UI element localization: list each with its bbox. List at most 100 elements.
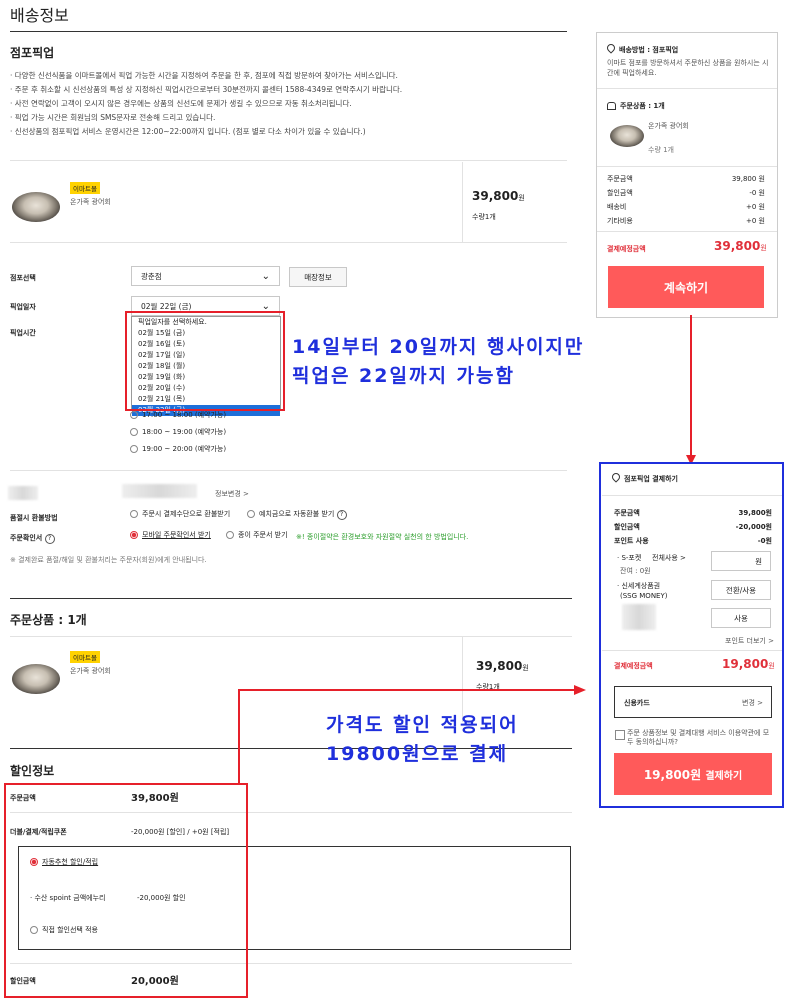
- delivery-method-desc: 이마트 점포를 방문하셔서 주문하신 상품을 원하시는 시간에 픽업하세요.: [607, 59, 769, 78]
- divider: [602, 650, 782, 651]
- sidebar-total-value: 39,800: [714, 239, 761, 253]
- radio-icon[interactable]: [247, 510, 255, 518]
- store-select[interactable]: 광춘점 ⌄: [131, 266, 280, 286]
- payment-total-label: 결제예정금액: [614, 662, 653, 670]
- info-change-link[interactable]: 정보변경 >: [215, 489, 249, 499]
- pay-label: 결제하기: [705, 770, 743, 782]
- blurred-customer-name: [8, 486, 38, 500]
- time-option[interactable]: 17:00 ~ 18:00 (예약가능): [130, 410, 226, 420]
- annotation-discount-box: [4, 783, 248, 998]
- discount-title: 할인정보: [10, 764, 55, 778]
- payment-row: 포인트 사용 -0원: [614, 536, 772, 546]
- ssg-sub-label: (SSG MONEY): [620, 592, 668, 600]
- pickup-notices: · 다양한 신선식품을 이마트몰에서 픽업 가능한 시간을 지정하여 주문을 한…: [10, 71, 570, 141]
- time-option-label: 17:00 ~ 18:00 (예약가능): [142, 411, 227, 419]
- pay-button[interactable]: 19,800원 결제하기: [614, 753, 772, 795]
- summary-row-label: 할인금액: [607, 189, 633, 197]
- time-option-label: 19:00 ~ 20:00 (예약가능): [142, 445, 227, 453]
- agree-text: 주문 상품정보 및 결제대행 서비스 이용약관에 모두 동의하십니까?: [627, 729, 770, 747]
- radio-selected-icon[interactable]: [130, 531, 138, 539]
- radio-icon[interactable]: [130, 510, 138, 518]
- payment-row-value: -0원: [757, 537, 772, 545]
- time-label: 픽업시간: [10, 329, 36, 337]
- spoint-amount-input[interactable]: 원: [711, 551, 771, 571]
- time-option[interactable]: 19:00 ~ 20:00 (예약가능): [130, 444, 226, 454]
- summary-row-value: +0 원: [746, 217, 765, 225]
- date-select-value: 02월 22일 (금): [141, 301, 192, 311]
- store-info-button[interactable]: 매장정보: [289, 267, 347, 287]
- product-thumbnail: [12, 192, 60, 222]
- annotation-note-2-line2: 19800원으로 결제: [326, 742, 509, 765]
- summary-row-label: 배송비: [607, 203, 627, 211]
- product-thumbnail: [12, 664, 60, 694]
- summary-row-label: 기타비용: [607, 217, 633, 225]
- product-badge: 이마트몰: [70, 651, 100, 663]
- spoint-use-all-link[interactable]: 전체사용 >: [652, 553, 686, 563]
- payment-row-label: 포인트 사용: [614, 537, 649, 545]
- product-name[interactable]: 온가족 광어회: [70, 197, 111, 207]
- product-price-value: 39,800: [476, 659, 523, 673]
- refund-option-2-label: 예치금으로 자동환불 받기: [259, 510, 335, 518]
- annotation-dropdown-box: [125, 311, 285, 411]
- receipt-option-2[interactable]: 종이 주문서 받기: [226, 530, 288, 540]
- continue-button[interactable]: 계속하기: [608, 266, 764, 308]
- annotation-note-1-line1: 14일부터 20일까지 행사이지만: [292, 336, 585, 358]
- summary-row: 할인금액 -0 원: [607, 188, 765, 198]
- divider: [597, 88, 777, 89]
- delivery-method-title: 배송방법 : 점포픽업: [605, 42, 678, 55]
- payment-total: 19,800원: [722, 657, 775, 671]
- agree-checkbox[interactable]: [615, 730, 625, 740]
- radio-icon[interactable]: [130, 445, 138, 453]
- product-price-value: 39,800: [472, 189, 519, 203]
- payment-row: 할인금액 -20,000원: [614, 522, 772, 532]
- sidebar-item-thumbnail: [610, 125, 644, 147]
- receipt-label: 주문확인서 ?: [10, 533, 55, 544]
- won-unit: 원: [760, 244, 767, 252]
- notice-line: · 픽업 가능 시간은 회원님의 SMS문자로 전송해 드리고 있습니다.: [10, 113, 216, 122]
- payment-row-label: 할인금액: [614, 523, 640, 531]
- annotation-note-2: 가격도 할인 적용되어 19800원으로 결제: [326, 711, 519, 768]
- chevron-down-icon: ⌄: [261, 300, 270, 312]
- card-label: 신용카드: [624, 699, 650, 707]
- product-price: 39,800원: [476, 659, 529, 673]
- radio-icon[interactable]: [226, 531, 234, 539]
- refund-option-1[interactable]: 주문시 결제수단으로 환불받기: [130, 509, 230, 519]
- flow-arrow-down: [686, 315, 696, 465]
- use-button[interactable]: 사용: [711, 608, 771, 628]
- help-icon[interactable]: ?: [44, 534, 55, 544]
- footnote: ※ 결제완료 품절/해일 및 환불처리는 주문자(회원)에게 안내됩니다.: [10, 556, 207, 564]
- page-title: 배송정보: [10, 6, 69, 25]
- help-icon[interactable]: ?: [336, 510, 347, 520]
- receipt-option-1[interactable]: 모바일 주문확인서 받기: [130, 530, 211, 540]
- product-price: 39,800원: [472, 189, 525, 203]
- summary-row-value: 39,800 원: [731, 175, 765, 183]
- blurred-customer-phone: [122, 484, 197, 498]
- annotation-note-1-line2: 픽업은 22일까지 가능함: [292, 364, 515, 387]
- summary-row-value: -0 원: [749, 189, 765, 197]
- sidebar-item-qty: 수량 1개: [648, 146, 674, 154]
- chevron-down-icon: ⌄: [261, 270, 270, 282]
- receipt-note: ※! 종이절약은 환경보호와 자원절약 실천의 한 방법입니다.: [296, 533, 469, 541]
- convert-use-button[interactable]: 전환/사용: [711, 580, 771, 600]
- more-points-link[interactable]: 포인트 더보기 >: [725, 636, 774, 646]
- divider: [602, 495, 782, 496]
- card-change-link[interactable]: 변경 >: [742, 698, 763, 708]
- payment-panel-title: 점포픽업 결제하기: [610, 471, 678, 484]
- product-badge: 이마트몰: [70, 182, 100, 194]
- summary-row-label: 주문금액: [607, 175, 633, 183]
- time-option[interactable]: 18:00 ~ 19:00 (예약가능): [130, 427, 226, 437]
- won-unit: 원: [522, 664, 529, 672]
- time-option-label: 18:00 ~ 19:00 (예약가능): [142, 428, 227, 436]
- refund-option-2[interactable]: 예치금으로 자동환불 받기 ?: [247, 509, 347, 520]
- radio-icon[interactable]: [130, 428, 138, 436]
- radio-icon[interactable]: [130, 411, 138, 419]
- product-name[interactable]: 온가족 광어회: [70, 666, 111, 676]
- payment-row: 주문금액 39,800원: [614, 508, 772, 518]
- product-qty: 수량1개: [472, 213, 496, 221]
- divider: [10, 470, 567, 471]
- ssg-label: · 신세계상품권: [617, 582, 661, 590]
- location-pin-icon: [610, 471, 622, 483]
- won-unit: 원: [518, 194, 525, 202]
- summary-row: 기타비용 +0 원: [607, 216, 765, 226]
- divider: [10, 160, 567, 161]
